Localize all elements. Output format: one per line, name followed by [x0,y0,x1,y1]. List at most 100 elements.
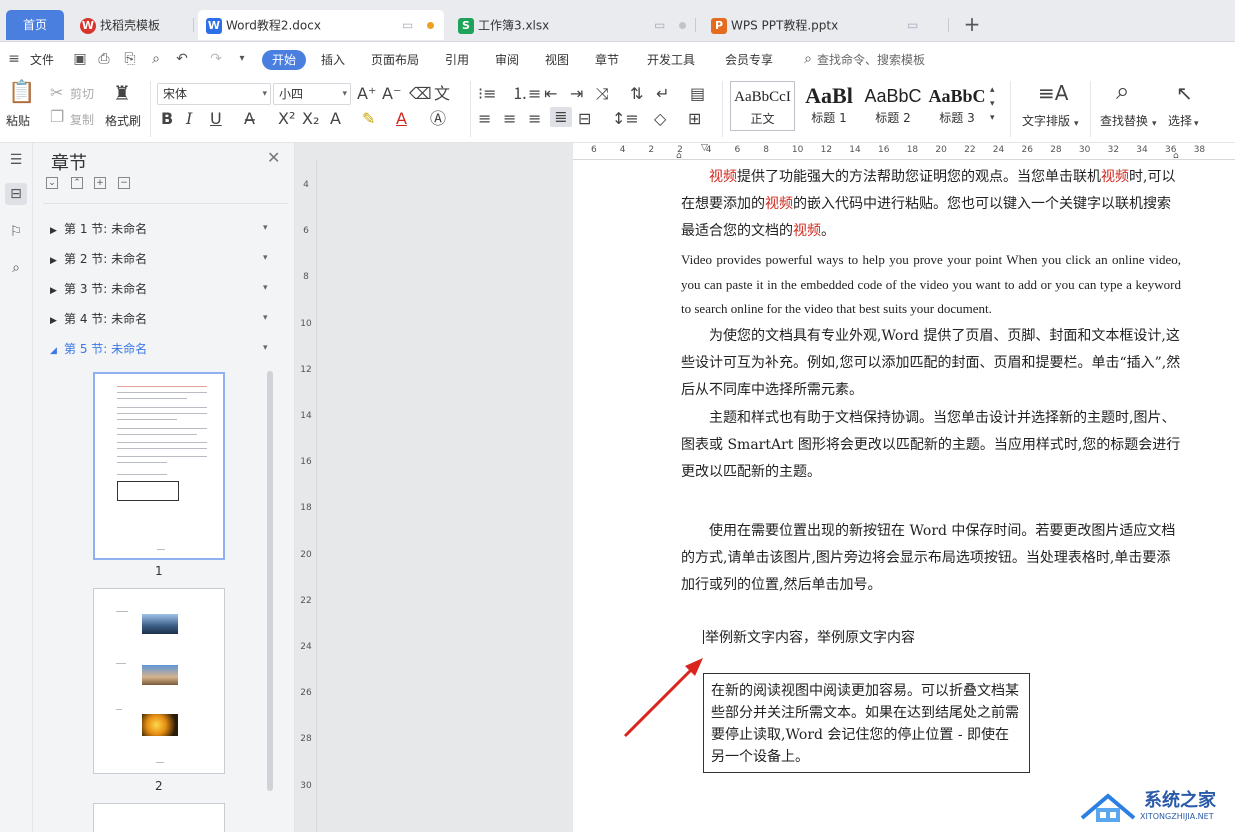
underline-icon[interactable]: U [210,109,222,129]
page-thumbnail-1[interactable] [93,372,225,560]
decrease-indent-icon[interactable]: ⇤ [544,84,557,104]
outline-icon[interactable]: ☰ [5,149,27,171]
font-color-icon[interactable]: A [396,109,407,129]
paragraph-buttons[interactable]: 使用在需要位置出现的新按钮在 Word 中保存时间。若要更改图片适应文档的方式,… [681,518,1181,599]
style-heading-2[interactable]: AaBbC 标题 2 [861,81,925,131]
styles-scroll-icon[interactable]: ▴ ▾ ▾ [990,83,995,125]
copy-button[interactable]: 复制 [70,111,94,128]
sort-icon[interactable]: ⇅ [630,84,643,104]
customize-quick-access-icon[interactable]: ▾ [234,51,250,67]
italic-icon[interactable]: I [186,109,192,129]
tab-template[interactable]: W 找稻壳模板 [72,10,194,40]
select-cursor-icon[interactable]: ↖ [1176,83,1193,103]
justify-icon[interactable]: ≣ [550,107,572,127]
menu-insert[interactable]: 插入 [321,51,345,68]
expand-all-icon[interactable]: ⌃ [71,177,83,189]
cut-button[interactable]: 剪切 [70,85,94,102]
save-icon[interactable]: ▣ [72,51,88,67]
strikethrough-icon[interactable]: A̶ [244,109,255,129]
menu-view[interactable]: 视图 [545,51,569,68]
borders-icon[interactable]: ⊞ [688,109,701,129]
menu-page-layout[interactable]: 页面布局 [371,51,419,68]
new-tab-button[interactable]: + [960,12,984,36]
close-icon[interactable]: ✕ [267,148,280,167]
grow-font-icon[interactable]: A⁺ [357,84,376,104]
new-text-line[interactable]: 举例新文字内容，举例原文字内容 [705,627,915,647]
menu-member[interactable]: 会员专享 [725,51,773,68]
monitor-icon[interactable]: ▭ [654,10,665,40]
shrink-font-icon[interactable]: A⁻ [382,84,401,104]
line-spacing-icon[interactable]: ↕≡ [612,109,639,129]
chevron-down-icon[interactable]: ▾ [263,223,268,233]
format-painter-icon[interactable]: ♜ [113,83,131,103]
numbered-list-icon[interactable]: ⒈≡ [512,84,541,104]
select-button[interactable]: 选择 [1168,112,1192,129]
font-name-select[interactable]: 宋体 ▾ [157,83,271,105]
paragraph-english[interactable]: Video provides powerful ways to help you… [681,248,1181,322]
shading-icon[interactable]: ◇ [654,109,666,129]
menu-chapter[interactable]: 章节 [595,51,619,68]
paragraph-video[interactable]: 视频提供了功能强大的方法帮助您证明您的观点。当您单击联机视频时,可以在想要添加的… [681,164,1181,245]
find-replace-button[interactable]: 查找替换 [1100,112,1148,129]
section-item-2[interactable]: ▶ 第 2 节: 未命名 [50,250,147,267]
add-section-icon[interactable]: + [94,177,106,189]
monitor-icon[interactable]: ▭ [907,10,918,40]
print-preview-icon[interactable]: ⌕ [148,51,164,67]
distributed-icon[interactable]: ⊟ [578,109,591,129]
chevron-down-icon[interactable]: ▾ [263,313,268,323]
increase-indent-icon[interactable]: ⇥ [570,84,583,104]
chevron-down-icon[interactable]: ▾ [263,343,268,353]
section-item-5[interactable]: ◢ 第 5 节: 未命名 [50,340,147,357]
chevron-down-icon[interactable]: ▾ [263,283,268,293]
text-effect-icon[interactable]: A [330,109,341,129]
hamburger-menu-icon[interactable]: ≡ [6,51,22,67]
align-center-icon[interactable]: ≡ [503,109,516,129]
page-thumbnail-2[interactable] [93,588,225,774]
char-border-icon[interactable]: Ⓐ [430,109,446,129]
paragraph-theme[interactable]: 主题和样式也有助于文档保持协调。当您单击设计并选择新的主题时,图片、图表或 Sm… [681,405,1181,486]
command-search-input[interactable]: 查找命令、搜索模板 [817,51,925,68]
horizontal-ruler[interactable]: ⌂ ▽ ⌂ 6 4 2 2 4 6 8 10 12 14 16 18 20 22 24 26 28 30 32 34 3… [573,143,1235,161]
collapse-all-icon[interactable]: ⌄ [46,177,58,189]
menu-review[interactable]: 审阅 [495,51,519,68]
menu-start[interactable]: 开始 [262,50,306,70]
chinese-layout-icon[interactable]: ⤨ [596,84,609,104]
chapter-nav-icon[interactable]: ⊟ [5,183,27,205]
cut-icon[interactable]: ✂ [50,83,63,103]
style-normal[interactable]: AaBbCcI 正文 [730,81,795,131]
clear-format-icon[interactable]: ⌫ [409,84,432,104]
panel-scrollbar[interactable] [267,371,273,791]
align-right-icon[interactable]: ≡ [528,109,541,129]
menu-developer[interactable]: 开发工具 [647,51,695,68]
export-pdf-icon[interactable]: ⎙ [96,51,112,67]
tab-excel[interactable]: S 工作簿3.xlsx ▭ [450,10,696,40]
text-layout-button[interactable]: 文字排版 [1022,112,1070,129]
bookmark-icon[interactable]: ⚐ [5,221,27,243]
search-icon[interactable]: ⌕ [5,257,27,279]
redo-icon[interactable]: ↷ [208,51,224,67]
align-left-icon[interactable]: ≡ [478,109,491,129]
bullet-list-icon[interactable]: ⁝≡ [478,84,497,104]
copy-icon[interactable]: ❐ [50,107,64,127]
remove-section-icon[interactable]: − [118,177,130,189]
find-replace-icon[interactable]: ⌕ [1116,79,1129,103]
superscript-icon[interactable]: X² [278,109,295,129]
bold-icon[interactable]: B [161,109,173,129]
close-dot-icon[interactable] [679,22,686,29]
section-item-4[interactable]: ▶ 第 4 节: 未命名 [50,310,147,327]
format-painter-button[interactable]: 格式刷 [105,112,141,129]
text-box[interactable]: 在新的阅读视图中阅读更加容易。可以折叠文档某些部分并关注所需文本。如果在达到结尾… [703,673,1030,773]
page-thumbnail-3[interactable] [93,803,225,832]
paste-button[interactable]: 粘贴 [6,112,30,129]
paragraph-design[interactable]: 为使您的文档具有专业外观,Word 提供了页眉、页脚、封面和文本框设计,这些设计… [681,323,1181,404]
table-tools-icon[interactable]: ▤ [690,84,705,104]
pinyin-guide-icon[interactable]: 文 [434,84,450,104]
menu-reference[interactable]: 引用 [445,51,469,68]
highlight-icon[interactable]: ✎ [362,109,375,129]
subscript-icon[interactable]: X₂ [302,109,319,129]
monitor-icon[interactable]: ▭ [402,10,413,40]
font-size-select[interactable]: 小四 ▾ [273,83,351,105]
undo-icon[interactable]: ↶ [174,51,190,67]
text-layout-icon[interactable]: ≡A [1038,83,1068,103]
paste-icon[interactable]: 📋 [8,82,35,104]
